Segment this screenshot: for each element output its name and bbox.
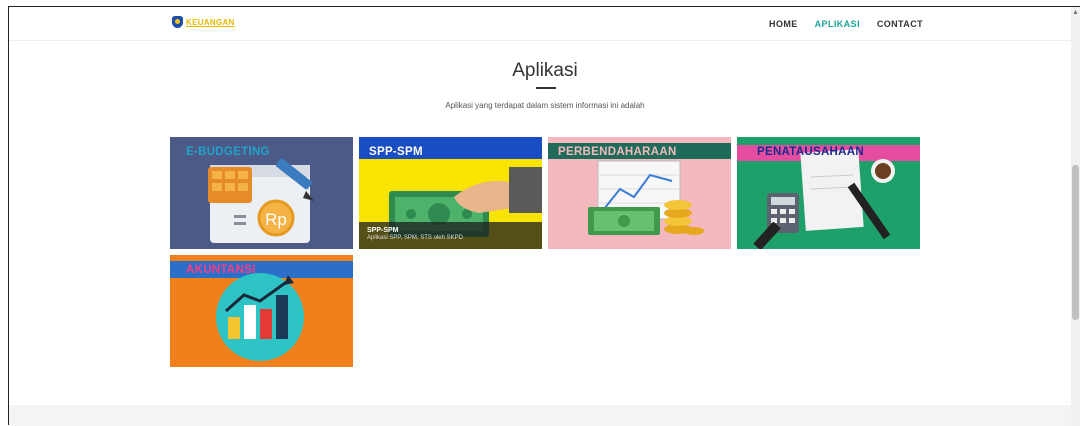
- svg-text:Rp: Rp: [265, 210, 287, 229]
- card-penatausahaan[interactable]: PENATAUSAHAAN: [737, 137, 920, 249]
- card-label: SPP-SPM: [359, 145, 429, 159]
- scroll-up-arrow-icon[interactable]: ▲: [1072, 9, 1079, 16]
- scroll-thumb[interactable]: [1072, 165, 1079, 320]
- card-caption: SPP-SPM Aplikasi SPP, SPM, STS oleh SKPD: [359, 222, 542, 249]
- card-label: PERBENDAHARAAN: [558, 146, 677, 158]
- section-subtitle: Aplikasi yang terdapat dalam sistem info…: [445, 101, 645, 110]
- navbar: KEUANGAN HOME APLIKASI CONTACT: [9, 7, 1081, 41]
- main-nav: HOME APLIKASI CONTACT: [769, 19, 923, 29]
- section-title: Aplikasi: [512, 60, 578, 81]
- card-akuntansi[interactable]: AKUNTANSI: [170, 255, 353, 367]
- caption-title: SPP-SPM: [367, 227, 399, 234]
- card-perbendaharaan[interactable]: PERBENDAHARAAN: [548, 137, 731, 249]
- footer-strip: [9, 405, 1072, 426]
- nav-home[interactable]: HOME: [769, 19, 798, 29]
- nav-aplikasi[interactable]: APLIKASI: [815, 19, 860, 29]
- card-label: PENATAUSAHAAN: [757, 146, 864, 158]
- card-spp-spm[interactable]: SPP-SPM SPP-SPM Aplikasi SPP, SPM, STS o…: [359, 137, 542, 249]
- logo-text: KEUANGAN: [186, 17, 235, 27]
- caption-text: Aplikasi SPP, SPM, STS oleh SKPD: [367, 235, 463, 241]
- title-divider: [536, 87, 556, 89]
- card-label: E-BUDGETING: [186, 146, 270, 158]
- card-e-budgeting[interactable]: Rp E-BUDGETING: [170, 137, 353, 249]
- emblem-icon: [172, 16, 183, 28]
- nav-contact[interactable]: CONTACT: [877, 19, 923, 29]
- card-label: AKUNTANSI: [186, 264, 256, 276]
- browser-viewport: KEUANGAN HOME APLIKASI CONTACT Aplikasi …: [8, 6, 1081, 426]
- site-logo[interactable]: KEUANGAN: [172, 16, 235, 28]
- vertical-scrollbar[interactable]: ▲: [1071, 7, 1080, 426]
